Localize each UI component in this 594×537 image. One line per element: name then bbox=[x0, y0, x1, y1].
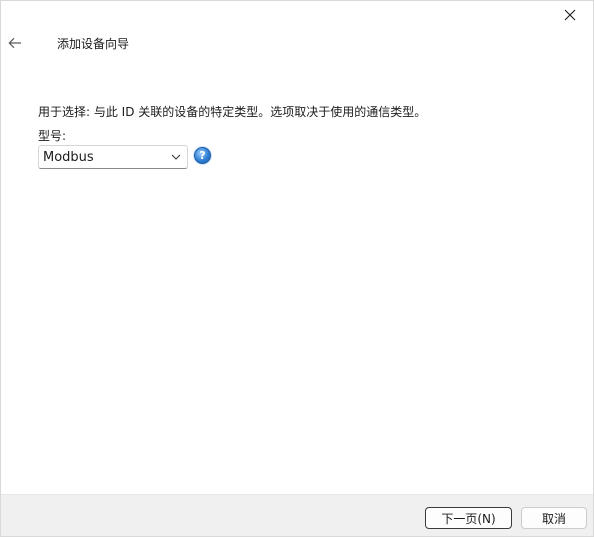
description-text: 用于选择: 与此 ID 关联的设备的特定类型。选项取决于使用的通信类型。 bbox=[38, 105, 427, 119]
back-button[interactable] bbox=[5, 33, 25, 53]
next-button[interactable]: 下一页(N) bbox=[425, 507, 512, 529]
footer-bar: 下一页(N) 取消 bbox=[1, 494, 593, 536]
model-label: 型号: bbox=[38, 129, 67, 143]
chevron-down-icon bbox=[171, 154, 181, 160]
model-select[interactable]: Modbus bbox=[38, 145, 188, 169]
wizard-window: 添加设备向导 用于选择: 与此 ID 关联的设备的特定类型。选项取决于使用的通信… bbox=[0, 0, 594, 537]
close-button[interactable] bbox=[547, 1, 593, 29]
model-select-value: Modbus bbox=[43, 149, 94, 165]
back-arrow-icon bbox=[8, 37, 21, 49]
help-icon[interactable]: ? bbox=[194, 147, 211, 164]
cancel-button[interactable]: 取消 bbox=[521, 507, 587, 529]
wizard-title: 添加设备向导 bbox=[57, 37, 130, 51]
help-icon-glyph: ? bbox=[199, 149, 206, 162]
close-icon bbox=[564, 9, 576, 21]
